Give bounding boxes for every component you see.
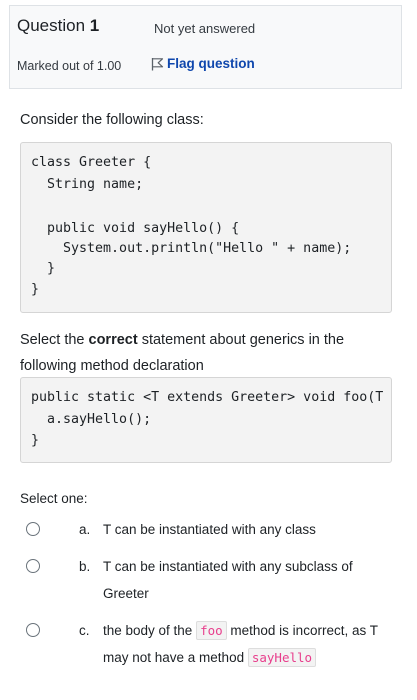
option-text: T can be instantiated with any class <box>103 522 316 537</box>
paragraph-text: Select the <box>20 332 89 348</box>
flag-question-label: Flag question <box>167 56 255 71</box>
radio-unchecked-icon[interactable] <box>26 623 40 637</box>
code-line: public void sayHello() { <box>31 221 240 236</box>
question-label: Question <box>17 16 86 35</box>
option-letter: b. <box>79 559 91 574</box>
inline-code-sayhello: sayHello <box>247 648 317 667</box>
radio-unchecked-icon[interactable] <box>26 559 40 573</box>
question-paragraph: Select the correct statement about gener… <box>20 327 400 379</box>
question-info-box: Question 1 Not yet answered Marked out o… <box>9 5 402 89</box>
question-grade: Marked out of 1.00 <box>17 59 122 73</box>
question-state: Not yet answered <box>154 21 256 36</box>
code-line: } <box>31 433 40 448</box>
code-block-class: class Greeter { String name; public void… <box>20 142 392 313</box>
code-line: System.out.println("Hello " + name); <box>31 241 352 256</box>
code-line: } <box>31 261 56 276</box>
option-text: T can be instantiated with any subclass … <box>103 559 353 601</box>
paragraph-bold: correct <box>88 332 138 348</box>
question-intro: Consider the following class: <box>20 112 204 128</box>
question-number-value: 1 <box>89 16 100 35</box>
option-letter: a. <box>79 522 91 537</box>
option-letter: c. <box>79 623 90 638</box>
option-text-part: the body of the <box>103 623 197 638</box>
inline-code-foo: foo <box>196 621 227 640</box>
code-line: String name; <box>31 177 144 192</box>
code-line: public static <T extends Greeter> void f… <box>31 390 392 405</box>
radio-unchecked-icon[interactable] <box>26 522 40 536</box>
option-text: the body of the foo method is incorrect,… <box>103 617 395 671</box>
flag-outline-icon <box>151 57 164 70</box>
code-line: a.sayHello(); <box>31 412 152 427</box>
flag-question-link[interactable]: Flag question <box>150 56 255 71</box>
code-line: } <box>31 282 40 297</box>
code-line: class Greeter { <box>31 155 152 170</box>
select-one-prompt: Select one: <box>20 491 88 506</box>
code-block-method: public static <T extends Greeter> void f… <box>20 377 392 463</box>
question-number: Question 1 <box>17 16 99 36</box>
